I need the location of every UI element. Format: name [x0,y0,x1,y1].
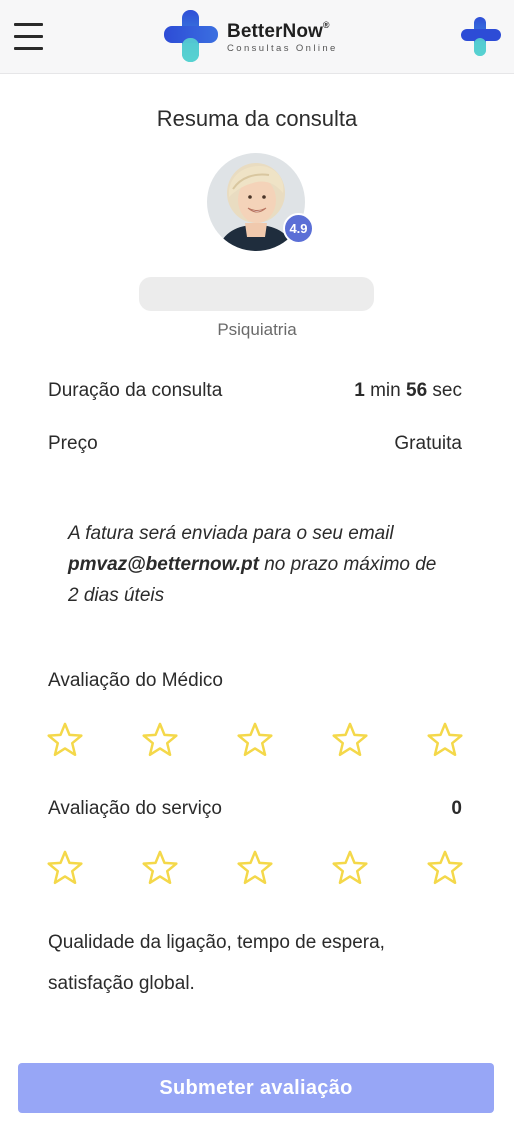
app-header: BetterNow® Consultas Online [0,0,514,74]
invoice-note: A fatura será enviada para o seu email p… [68,518,448,611]
menu-line [14,35,43,38]
submit-rating-button[interactable]: Submeter avaliação [18,1063,494,1113]
duration-min-unit: min [370,380,401,401]
cross-logo-icon[interactable] [460,16,502,58]
duration-seconds: 56 [406,380,428,401]
service-rating-star-icon[interactable] [331,849,369,887]
duration-minutes: 1 [354,380,365,401]
doctor-specialty: Psiquiatria [217,320,297,339]
service-rating-star-icon[interactable] [426,849,464,887]
doctor-name-placeholder [139,277,374,311]
service-rating-label: Avaliação do serviço [48,798,222,819]
service-rating-star-icon[interactable] [141,849,179,887]
brand-tagline: Consultas Online [227,43,338,54]
duration-value: 1 min 56 sec [354,380,462,402]
service-rating-stars [46,849,466,889]
doctor-rating-star-icon[interactable] [46,721,84,759]
duration-label: Duração da consulta [48,380,223,401]
doctor-rating-star-icon[interactable] [426,721,464,759]
price-label: Preço [48,433,98,454]
service-rating-count: 0 [451,798,462,819]
invoice-text-before: A fatura será enviada para o seu email [68,523,394,544]
doctor-rating-star-icon[interactable] [236,721,274,759]
cross-logo-icon [164,10,218,62]
doctor-rating-star-icon[interactable] [331,721,369,759]
menu-line [14,47,43,50]
menu-line [14,23,43,26]
hamburger-menu-icon[interactable] [14,22,44,50]
brand-name: BetterNow® [227,20,330,42]
doctor-rating-star-icon[interactable] [141,721,179,759]
doctor-rating-stars [46,721,466,761]
duration-sec-unit: sec [432,380,462,401]
brand-logo[interactable]: BetterNow® Consultas Online [162,8,352,66]
price-value: Gratuita [394,433,462,454]
quality-note: Qualidade da ligação, tempo de espera, s… [48,932,385,994]
service-rating-star-icon[interactable] [236,849,274,887]
service-rating-star-icon[interactable] [46,849,84,887]
invoice-email: pmvaz@betternow.pt [68,554,259,575]
page-title: Resuma da consulta [156,106,358,131]
doctor-rating-label: Avaliação do Médico [48,670,223,691]
rating-badge: 4.9 [283,213,314,244]
